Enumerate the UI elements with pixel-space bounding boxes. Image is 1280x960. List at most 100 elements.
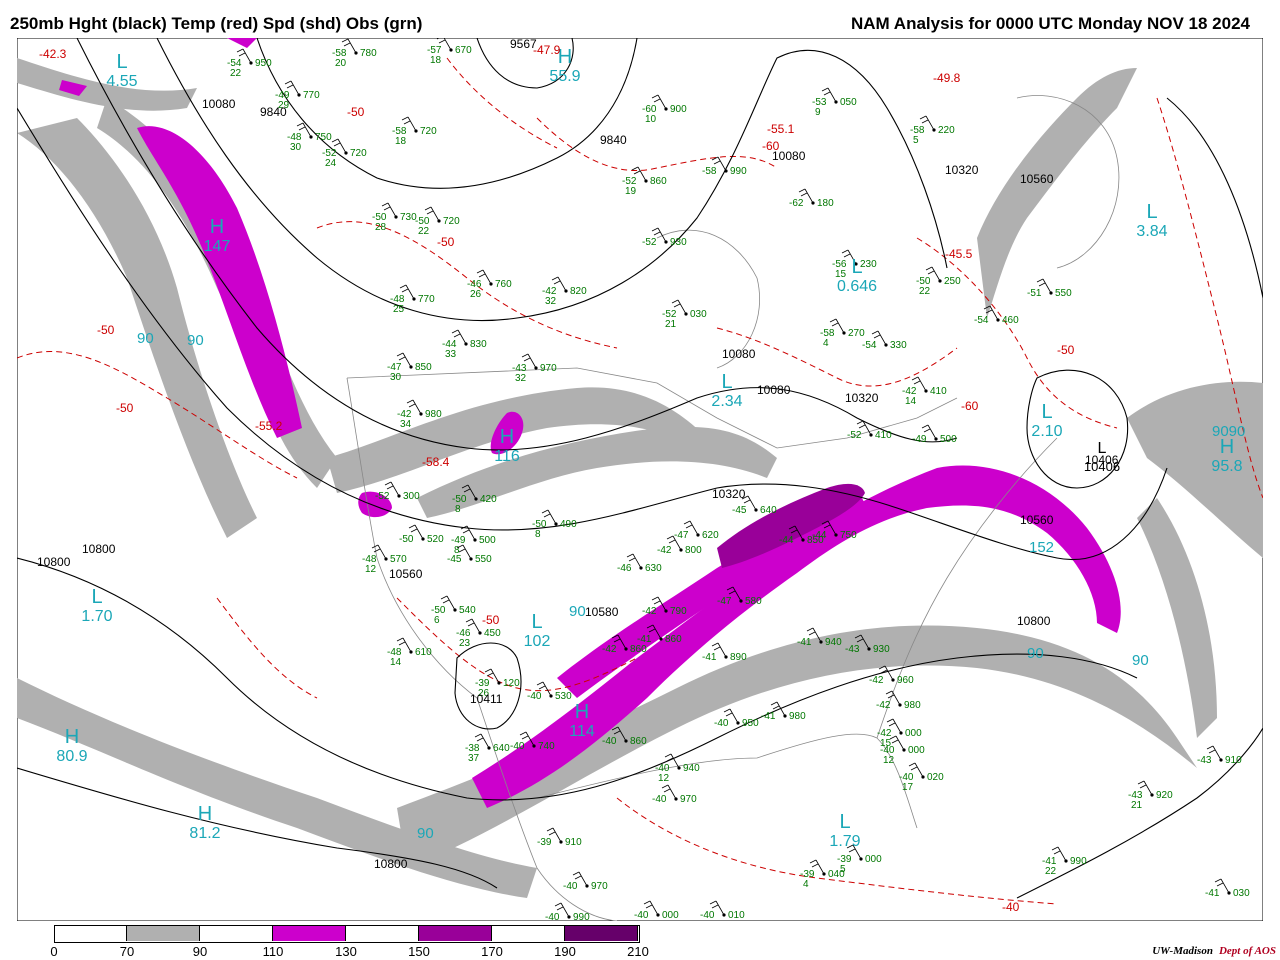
height-label: 10080 bbox=[757, 383, 791, 397]
obs-height: 970 bbox=[680, 794, 697, 805]
obs-height: 750 bbox=[315, 132, 332, 143]
obs-temp: -42 bbox=[602, 644, 617, 655]
center-value: 147 bbox=[204, 238, 231, 255]
obs-height: 000 bbox=[662, 910, 679, 921]
obs-height: 000 bbox=[865, 854, 882, 865]
temp-label: -58.4 bbox=[422, 455, 450, 469]
height-label: 10406 bbox=[1085, 453, 1119, 467]
obs-temp: -39 bbox=[537, 837, 552, 848]
obs-dewpoint-depression: 25 bbox=[393, 304, 405, 315]
obs-temp: -42 bbox=[642, 606, 657, 617]
center-value: 2.34 bbox=[711, 393, 742, 410]
center-value: 80.9 bbox=[56, 748, 87, 765]
center-letter: L bbox=[116, 51, 127, 73]
center-value: 81.2 bbox=[189, 825, 220, 842]
obs-dewpoint-depression: 10 bbox=[645, 114, 657, 125]
obs-height: 960 bbox=[897, 675, 914, 686]
obs-height: 030 bbox=[690, 309, 707, 320]
obs-dewpoint-depression: 24 bbox=[325, 158, 337, 169]
obs-dewpoint-depression: 17 bbox=[902, 782, 914, 793]
center-value: 1.70 bbox=[81, 608, 112, 625]
obs-temp: -40 bbox=[714, 718, 729, 729]
obs-temp: -58 bbox=[702, 166, 717, 177]
obs-temp: -41 bbox=[797, 637, 812, 648]
obs-dewpoint-depression: 9 bbox=[815, 107, 821, 118]
obs-height: 410 bbox=[930, 386, 947, 397]
obs-dewpoint-depression: 6 bbox=[434, 615, 440, 626]
obs-dewpoint-depression: 37 bbox=[468, 753, 480, 764]
obs-height: 220 bbox=[938, 125, 955, 136]
obs-temp: -41 bbox=[702, 652, 717, 663]
center-letter: L bbox=[91, 586, 102, 608]
obs-dewpoint-depression: 14 bbox=[905, 396, 917, 407]
obs-temp: -40 bbox=[563, 881, 578, 892]
obs-height: 490 bbox=[560, 519, 577, 530]
obs-temp: -43 bbox=[845, 644, 860, 655]
obs-height: 750 bbox=[840, 530, 857, 541]
legend-tick-label: 0 bbox=[50, 944, 58, 959]
obs-height: 950 bbox=[742, 718, 759, 729]
obs-height: 740 bbox=[538, 741, 555, 752]
height-label: 10080 bbox=[722, 347, 756, 361]
obs-dewpoint-depression: 4 bbox=[823, 338, 829, 349]
speed-label: 152 bbox=[1029, 539, 1054, 556]
center-letter: H bbox=[198, 803, 212, 825]
obs-height: 720 bbox=[350, 148, 367, 159]
obs-height: 540 bbox=[459, 605, 476, 616]
obs-height: 820 bbox=[570, 286, 587, 297]
obs-height: 860 bbox=[630, 736, 647, 747]
obs-height: 990 bbox=[730, 166, 747, 177]
obs-temp: -42 bbox=[876, 700, 891, 711]
chart-title-right: NAM Analysis for 0000 UTC Monday NOV 18 … bbox=[850, 14, 1250, 33]
obs-height: 830 bbox=[470, 339, 487, 350]
obs-height: 050 bbox=[840, 97, 857, 108]
legend-tick-label: 170 bbox=[481, 944, 503, 959]
obs-height: 980 bbox=[904, 700, 921, 711]
temp-label: -42.3 bbox=[39, 47, 67, 61]
temp-label: -50 bbox=[1057, 343, 1075, 357]
obs-temp: -41 bbox=[637, 634, 652, 645]
center-value: 1.79 bbox=[829, 833, 860, 850]
credit-org: UW-Madison bbox=[1152, 945, 1213, 957]
obs-dewpoint-depression: 22 bbox=[919, 286, 931, 297]
obs-height: 860 bbox=[665, 634, 682, 645]
obs-height: 770 bbox=[303, 90, 320, 101]
speed-label: 90 bbox=[1132, 652, 1149, 669]
obs-height: 450 bbox=[484, 628, 501, 639]
obs-dewpoint-depression: 32 bbox=[515, 373, 527, 384]
obs-temp: -54 bbox=[862, 340, 877, 351]
obs-height: 850 bbox=[415, 362, 432, 373]
obs-height: 940 bbox=[825, 637, 842, 648]
obs-height: 410 bbox=[875, 430, 892, 441]
obs-temp: -62 bbox=[789, 198, 804, 209]
height-label: 10800 bbox=[1017, 614, 1051, 628]
obs-dewpoint-depression: 5 bbox=[840, 864, 846, 875]
obs-height: 910 bbox=[565, 837, 582, 848]
temp-label: -50 bbox=[116, 401, 134, 415]
obs-dewpoint-depression: 21 bbox=[1131, 800, 1143, 811]
obs-temp: -42 bbox=[657, 545, 672, 556]
obs-height: 020 bbox=[927, 772, 944, 783]
obs-dewpoint-depression: 22 bbox=[418, 226, 430, 237]
obs-height: 720 bbox=[420, 126, 437, 137]
center-letter: H bbox=[65, 726, 79, 748]
obs-temp: -40 bbox=[602, 736, 617, 747]
obs-height: 270 bbox=[848, 328, 865, 339]
legend-tick-label: 190 bbox=[554, 944, 576, 959]
obs-dewpoint-depression: 22 bbox=[230, 68, 242, 79]
legend-tick-label: 110 bbox=[262, 944, 284, 959]
temp-label: -40 bbox=[1002, 900, 1020, 914]
obs-height: 910 bbox=[1225, 755, 1242, 766]
obs-height: 570 bbox=[390, 554, 407, 565]
obs-dewpoint-depression: 30 bbox=[290, 142, 302, 153]
legend-frame bbox=[54, 925, 640, 943]
height-label: 10560 bbox=[1020, 172, 1054, 186]
speed-label: 9090 bbox=[1212, 423, 1245, 440]
obs-temp: -49 bbox=[912, 434, 927, 445]
center-value: 3.84 bbox=[1136, 223, 1167, 240]
station-dot bbox=[679, 548, 683, 552]
obs-temp: -43 bbox=[1197, 755, 1212, 766]
obs-height: 230 bbox=[860, 259, 877, 270]
obs-dewpoint-depression: 12 bbox=[365, 564, 377, 575]
obs-height: 520 bbox=[427, 534, 444, 545]
